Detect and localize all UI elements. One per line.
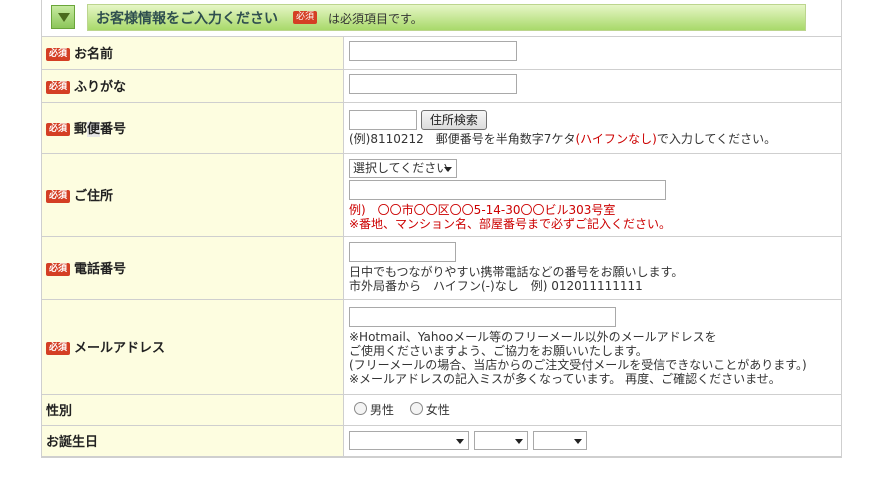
value-cell: 日中でもつながりやすい携帯電話などの番号をお願いします。 市外局番から ハイフン… <box>343 236 841 300</box>
value-cell <box>343 37 841 70</box>
value-cell <box>343 69 841 103</box>
phone-input[interactable] <box>349 242 456 262</box>
name-label: お名前 <box>74 47 114 63</box>
email-input[interactable] <box>349 307 616 327</box>
postal-label-part2: 便 <box>87 122 101 137</box>
address-example: 例) 〇〇市〇〇区〇〇5-14-30〇〇ビル303号室 <box>349 202 616 217</box>
label-cell: 必須 ご住所 <box>42 153 344 237</box>
postal-note-no-hyphen: (ハイフンなし) <box>575 131 657 146</box>
required-badge: 必須 <box>46 342 71 355</box>
form-table: 必須 お名前 必須 ふりがな 必須 郵便番号 住所検索 (例)8110212 郵便番号… <box>42 37 841 457</box>
email-note-1: ※Hotmail、Yahooメール等のフリーメール以外のメールアドレスを <box>349 330 717 344</box>
header-bar: お客様情報をご入力ください 必須 は必須項目です。 <box>87 4 806 31</box>
postal-code-input[interactable] <box>349 109 417 130</box>
furigana-label: ふりがな <box>74 80 127 95</box>
gender-female-label: 女性 <box>425 403 450 417</box>
form-header: お客様情報をご入力ください 必須 は必須項目です。 <box>42 0 841 37</box>
email-note-2: ご使用くださいますよう、ご協力をお願いいたします。 <box>349 344 648 358</box>
furigana-input[interactable] <box>349 74 517 94</box>
required-badge: 必須 <box>46 123 71 136</box>
gender-female-option[interactable]: 女性 <box>409 402 450 417</box>
row-birthday: お誕生日 <box>42 425 841 457</box>
email-note-3: (フリーメールの場合、当店からのご注文受付メールを受信できないことがあります。) <box>349 358 807 372</box>
value-cell <box>343 425 841 457</box>
row-phone: 必須 電話番号 日中でもつながりやすい携帯電話などの番号をお願いします。 市外局番… <box>42 236 841 300</box>
postal-label-part1: 郵 <box>74 122 88 137</box>
row-gender: 性別 男性 女性 <box>42 394 841 426</box>
address-warning: ※番地、マンション名、部屋番号まで必ずご記入ください。 <box>349 216 672 231</box>
birth-month-select[interactable] <box>473 431 528 450</box>
prefecture-select[interactable]: 選択してください <box>349 158 457 178</box>
chevron-down-icon <box>573 439 582 444</box>
toggle-section-button[interactable] <box>51 5 75 29</box>
birth-day-select[interactable] <box>532 431 587 450</box>
address-input[interactable] <box>349 179 666 200</box>
birthday-label: お誕生日 <box>46 435 99 450</box>
required-note: は必須項目です。 <box>328 12 423 26</box>
postal-note: (例)8110212 郵便番号を半角数字7ケタ(ハイフンなし)で入力してください… <box>349 132 840 146</box>
label-cell: 性別 <box>42 394 344 426</box>
required-badge: 必須 <box>46 81 71 94</box>
chevron-down-icon <box>456 439 464 444</box>
value-cell: 男性 女性 <box>343 394 841 426</box>
name-input[interactable] <box>349 41 517 62</box>
section-title: お客様情報をご入力ください <box>96 11 278 27</box>
required-badge: 必須 <box>46 48 71 62</box>
gender-male-label: 男性 <box>370 403 395 417</box>
label-cell: 必須 お名前 <box>42 37 344 70</box>
radio-male[interactable] <box>354 402 367 415</box>
row-name: 必須 お名前 <box>42 37 841 70</box>
gender-label: 性別 <box>46 404 73 419</box>
value-cell: 選択してください 例) 〇〇市〇〇区〇〇5-14-30〇〇ビル303号室 ※番地… <box>343 153 841 237</box>
email-note-4: ※メールアドレスの記入ミスが多くなっています。 再度、ご確認くださいませ。 <box>349 372 781 386</box>
radio-female[interactable] <box>409 402 423 415</box>
postal-label-part3: 番号 <box>100 122 127 137</box>
row-furigana: 必須 ふりがな <box>42 69 841 103</box>
postal-note-text: (例)8110212 郵便番号を半角数字7ケタ <box>349 131 576 146</box>
label-cell: 必須 メールアドレス <box>42 299 344 395</box>
required-badge: 必須 <box>46 190 71 203</box>
label-cell: 必須 郵便番号 <box>42 102 344 154</box>
prefecture-select-value: 選択してください <box>353 160 449 175</box>
required-badge: 必須 <box>46 263 71 276</box>
label-cell: 必須 電話番号 <box>42 236 344 300</box>
phone-note-2: 市外局番から ハイフン(-)なし 例) 012011111111 <box>349 279 643 293</box>
customer-info-form: お客様情報をご入力ください 必須 は必須項目です。 必須 お名前 必須 ふりがな 必… <box>41 0 842 458</box>
triangle-down-icon <box>58 13 70 22</box>
required-badge: 必須 <box>293 11 318 24</box>
address-label: ご住所 <box>74 189 114 204</box>
address-search-button[interactable]: 住所検索 <box>420 109 487 130</box>
label-cell: お誕生日 <box>42 425 344 457</box>
postal-note-tail: で入力してください。 <box>656 131 777 146</box>
phone-note-1: 日中でもつながりやすい携帯電話などの番号をお願いします。 <box>349 265 684 279</box>
phone-label: 電話番号 <box>74 262 127 277</box>
chevron-down-icon <box>514 439 523 444</box>
email-label: メールアドレス <box>74 341 166 356</box>
birth-year-select[interactable] <box>349 431 469 450</box>
chevron-down-icon <box>444 166 452 172</box>
value-cell: ※Hotmail、Yahooメール等のフリーメール以外のメールアドレスを ご使用… <box>343 299 841 395</box>
row-postal: 必須 郵便番号 住所検索 (例)8110212 郵便番号を半角数字7ケタ(ハイフン… <box>42 102 841 154</box>
gender-male-option[interactable]: 男性 <box>354 402 395 417</box>
value-cell: 住所検索 (例)8110212 郵便番号を半角数字7ケタ(ハイフンなし)で入力し… <box>343 102 841 154</box>
row-address: 必須 ご住所 選択してください 例) 〇〇市〇〇区〇〇5-14-30〇〇ビル303… <box>42 153 841 237</box>
label-cell: 必須 ふりがな <box>42 69 344 103</box>
row-email: 必須 メールアドレス ※Hotmail、Yahooメール等のフリーメール以外のメー… <box>42 299 841 395</box>
